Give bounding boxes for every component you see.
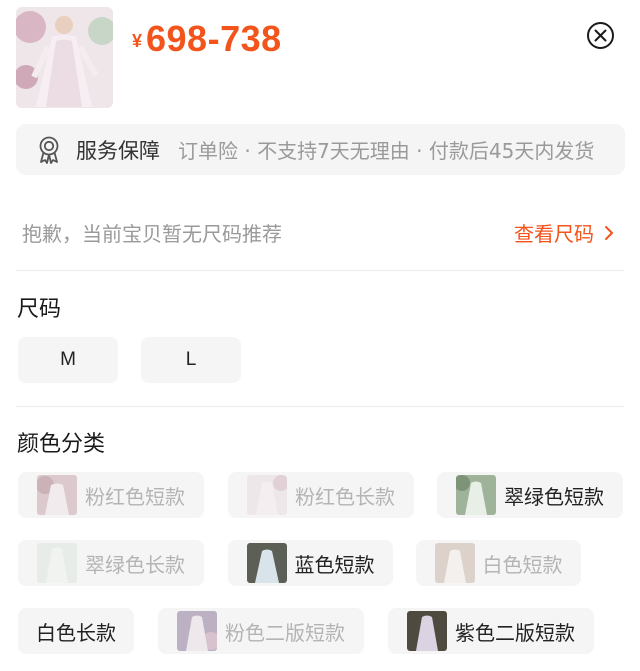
chevron-right-icon: [605, 225, 613, 240]
color-option-label: 白色短款: [482, 552, 563, 577]
service-label: 服务保障: [76, 138, 160, 163]
color-option-thumbnail: [434, 543, 475, 583]
service-guarantee-bar[interactable]: 服务保障 订单险 · 不支持7天无理由 · 付款后45天内发货: [16, 124, 625, 175]
size-option-m[interactable]: M: [18, 337, 118, 383]
guarantee-badge-icon: [39, 136, 59, 164]
service-description: 订单险 · 不支持7天无理由 · 付款后45天内发货: [178, 139, 595, 163]
currency-symbol: ¥: [132, 31, 143, 51]
color-option-thumbnail: [246, 543, 287, 583]
color-option-pink-long[interactable]: 粉红色长款: [228, 472, 414, 518]
color-option-thumbnail: [37, 475, 77, 515]
divider: [16, 270, 624, 271]
price: ¥698-738: [132, 18, 282, 60]
view-size-chart-label: 查看尺码: [514, 222, 594, 246]
view-size-chart-link[interactable]: 查看尺码: [514, 218, 614, 247]
color-option-white-short[interactable]: 白色短款: [416, 540, 581, 586]
size-option-label: M: [60, 349, 76, 370]
color-option-thumbnail: [37, 543, 77, 583]
divider: [16, 406, 624, 407]
color-option-label: 粉色二版短款: [225, 620, 345, 645]
color-option-label: 白色长款: [36, 620, 116, 645]
size-recommendation-text: 抱歉，当前宝贝暂无尺码推荐: [22, 222, 282, 246]
color-option-label: 粉红色短款: [85, 484, 185, 509]
size-option-label: L: [185, 349, 197, 370]
color-option-thumbnail: [407, 611, 447, 651]
color-option-thumbnail: [456, 475, 496, 515]
color-option-pink-short[interactable]: 粉红色短款: [18, 472, 204, 518]
color-option-label: 翠绿色长款: [85, 552, 185, 577]
color-option-white-long[interactable]: 白色长款: [18, 608, 134, 654]
close-button[interactable]: [587, 22, 614, 49]
color-option-label: 粉红色长款: [295, 484, 395, 509]
product-thumbnail[interactable]: [16, 7, 113, 108]
close-icon: [594, 29, 607, 42]
color-option-label: 翠绿色短款: [504, 484, 604, 509]
color-section-title: 颜色分类: [17, 432, 106, 457]
product-photo: [16, 7, 113, 108]
price-range: 698-738: [146, 18, 282, 59]
color-option-label: 紫色二版短款: [455, 620, 575, 645]
color-option-green-long[interactable]: 翠绿色长款: [18, 540, 204, 586]
color-option-blue-short[interactable]: 蓝色短款: [228, 540, 393, 586]
color-option-pink-v2-short[interactable]: 粉色二版短款: [158, 608, 364, 654]
color-option-thumbnail: [177, 611, 217, 651]
color-option-green-short[interactable]: 翠绿色短款: [437, 472, 623, 518]
color-option-purple-v2-short[interactable]: 紫色二版短款: [388, 608, 594, 654]
size-option-l[interactable]: L: [141, 337, 241, 383]
size-section-title: 尺码: [17, 297, 62, 322]
color-option-thumbnail: [247, 475, 287, 515]
color-option-label: 蓝色短款: [294, 552, 375, 577]
